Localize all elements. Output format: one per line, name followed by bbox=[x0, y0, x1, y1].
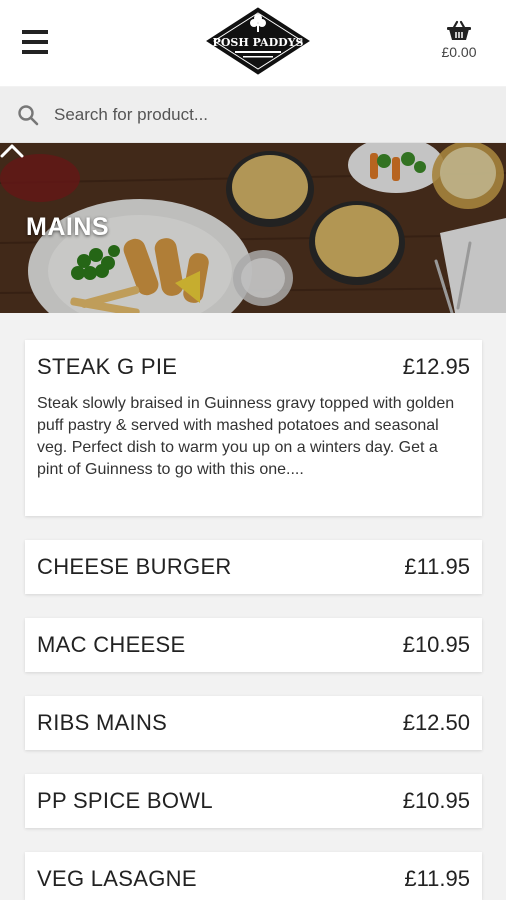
product-price: £10.95 bbox=[402, 788, 470, 813]
product-name: RIBS MAINS bbox=[37, 710, 168, 735]
category-title: MAINS bbox=[26, 213, 110, 241]
top-bar: POSH PADDYS £0.00 bbox=[0, 0, 506, 86]
search-bar bbox=[0, 87, 506, 143]
product-name: MAC CHEESE bbox=[37, 632, 186, 657]
product-card-steak-g-pie[interactable]: STEAK G PIE £12.95 Steak slowly braised … bbox=[25, 340, 482, 516]
product-name: VEG LASAGNE bbox=[37, 866, 197, 891]
product-card-mac-cheese[interactable]: MAC CHEESE £10.95 bbox=[25, 618, 482, 672]
product-card-veg-lasagne[interactable]: VEG LASAGNE £11.95 bbox=[25, 852, 482, 900]
product-name: PP SPICE BOWL bbox=[37, 788, 213, 813]
basket-icon bbox=[447, 20, 471, 40]
category-header[interactable]: MAINS bbox=[0, 143, 506, 313]
product-price: £11.95 bbox=[404, 866, 470, 891]
logo[interactable]: POSH PADDYS bbox=[205, 6, 311, 76]
product-name: CHEESE BURGER bbox=[37, 554, 232, 579]
basket-button[interactable]: £0.00 bbox=[428, 20, 490, 60]
product-price: £12.95 bbox=[402, 354, 470, 379]
product-card-pp-spice-bowl[interactable]: PP SPICE BOWL £10.95 bbox=[25, 774, 482, 828]
basket-total: £0.00 bbox=[441, 44, 477, 60]
search-input[interactable] bbox=[54, 95, 484, 135]
chevron-up-icon[interactable] bbox=[0, 143, 24, 159]
logo-text: POSH PADDYS bbox=[213, 36, 304, 49]
product-name: STEAK G PIE bbox=[37, 354, 178, 379]
search-icon bbox=[18, 105, 39, 126]
product-price: £12.50 bbox=[402, 710, 470, 735]
product-description: Steak slowly braised in Guinness gravy t… bbox=[37, 395, 455, 478]
product-price: £11.95 bbox=[404, 554, 470, 579]
product-card-ribs-mains[interactable]: RIBS MAINS £12.50 bbox=[25, 696, 482, 750]
product-price: £10.95 bbox=[402, 632, 470, 657]
hamburger-menu-icon[interactable] bbox=[22, 30, 48, 56]
product-card-cheese-burger[interactable]: CHEESE BURGER £11.95 bbox=[25, 540, 482, 594]
